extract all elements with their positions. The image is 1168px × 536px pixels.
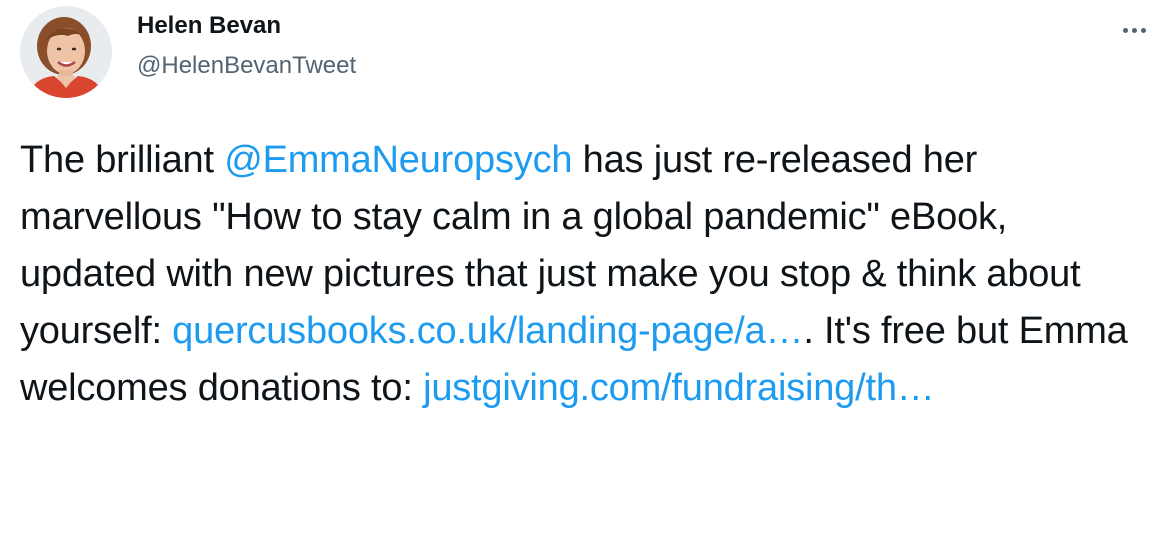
author-handle[interactable]: @HelenBevanTweet — [137, 50, 356, 82]
tweet-text: The brilliant @EmmaNeuropsych has just r… — [20, 132, 1150, 417]
more-horizontal-icon-dot — [1131, 27, 1137, 33]
more-horizontal-icon-dot — [1140, 27, 1146, 33]
url-link-quercusbooks[interactable]: quercusbooks.co.uk/landing-page/a… — [172, 310, 803, 352]
more-options-button[interactable] — [1114, 18, 1154, 42]
url-link-justgiving[interactable]: justgiving.com/fundraising/th… — [423, 367, 935, 409]
author-display-name[interactable]: Helen Bevan — [137, 10, 356, 42]
more-horizontal-icon — [1122, 27, 1128, 33]
avatar-photo-icon — [20, 6, 112, 98]
author-block: Helen Bevan @HelenBevanTweet — [137, 10, 356, 82]
tweet-text-segment: The brilliant — [20, 139, 225, 181]
avatar[interactable] — [20, 6, 112, 98]
mention-link[interactable]: @EmmaNeuropsych — [224, 139, 572, 181]
tweet-card: Helen Bevan @HelenBevanTweet The brillia… — [0, 0, 1168, 536]
